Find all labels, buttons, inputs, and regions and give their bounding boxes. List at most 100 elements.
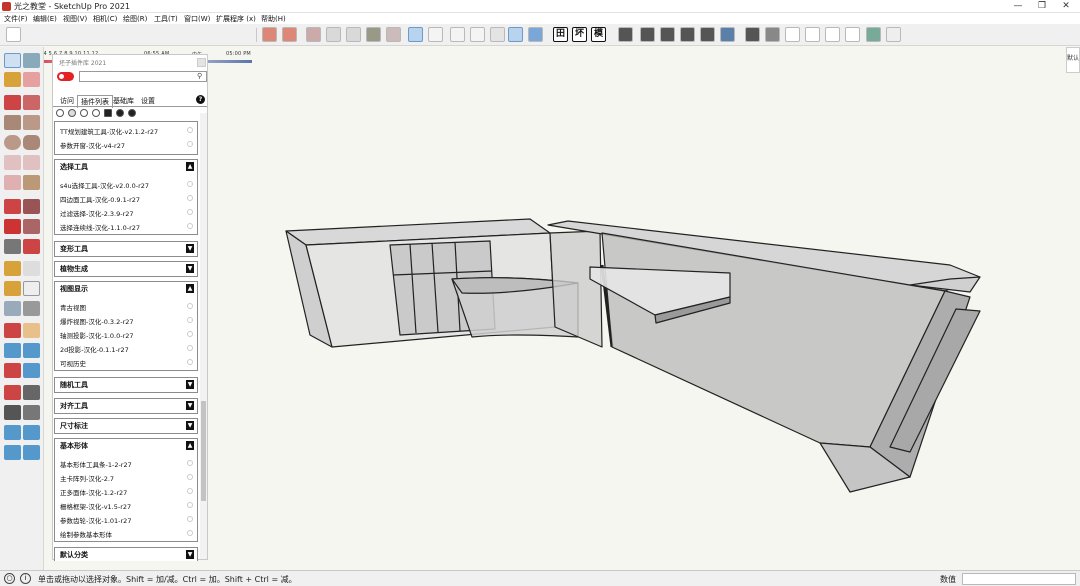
- plugin-search-input[interactable]: [79, 71, 207, 82]
- textured-style-icon[interactable]: [528, 27, 543, 42]
- zoom-icon[interactable]: [4, 343, 21, 358]
- menu-edit[interactable]: 编辑(E): [33, 14, 57, 24]
- zoom-extents-icon[interactable]: [4, 363, 21, 378]
- menu-help[interactable]: 帮助(H): [261, 14, 286, 24]
- plugin-status-icon[interactable]: [187, 209, 193, 215]
- plugin-button-mo[interactable]: 模: [591, 27, 606, 42]
- tool-icon-3[interactable]: [660, 27, 675, 42]
- plugin-status-icon[interactable]: [187, 127, 193, 133]
- xray-style-icon[interactable]: [450, 27, 465, 42]
- plugin-status-icon[interactable]: [187, 331, 193, 337]
- pie-icon[interactable]: [23, 175, 40, 190]
- stamp-icon[interactable]: [23, 445, 40, 460]
- menu-view[interactable]: 视图(V): [63, 14, 87, 24]
- folder-icon[interactable]: [104, 109, 112, 117]
- text-icon[interactable]: [23, 281, 40, 296]
- rotated-rectangle-icon[interactable]: [23, 115, 40, 130]
- plugin-button-tian[interactable]: 田: [553, 27, 568, 42]
- panel-scrollbar[interactable]: [200, 113, 207, 559]
- previous-view-icon[interactable]: [23, 363, 40, 378]
- select-arrow-icon[interactable]: [4, 53, 21, 68]
- top-view-icon[interactable]: [428, 27, 443, 42]
- tag-icon[interactable]: [886, 27, 901, 42]
- remove-icon[interactable]: [68, 109, 76, 117]
- house-icon[interactable]: [785, 27, 800, 42]
- group-header[interactable]: 随机工具: [60, 380, 88, 390]
- geo-location-icon[interactable]: ○: [4, 573, 15, 584]
- plugin-item[interactable]: 栅格框架-汉化-v1.5-r27: [60, 501, 131, 511]
- plugin-status-icon[interactable]: [187, 460, 193, 466]
- plugin-item[interactable]: 爆炸视图-汉化-0.3.2-r27: [60, 316, 134, 326]
- expand-icon[interactable]: ▼: [186, 421, 194, 430]
- eraser-icon[interactable]: [23, 72, 40, 87]
- three-point-arc-icon[interactable]: [4, 175, 21, 190]
- sandbox-from-contours-icon[interactable]: [4, 425, 21, 440]
- panel-close-icon[interactable]: [197, 58, 206, 67]
- collapse-icon[interactable]: ▲: [186, 441, 194, 450]
- plugin-status-icon[interactable]: [187, 359, 193, 365]
- 3d-text-icon[interactable]: [23, 301, 40, 316]
- minimize-button[interactable]: —: [1006, 0, 1030, 13]
- tool-icon-2[interactable]: [640, 27, 655, 42]
- plugin-item[interactable]: 青古视图: [60, 302, 86, 312]
- section-display-icon[interactable]: [282, 27, 297, 42]
- plugin-status-icon[interactable]: [187, 141, 193, 147]
- move-icon[interactable]: [4, 199, 21, 214]
- plugin-item[interactable]: TT规划建筑工具-汉化-v2.1.2-r27: [60, 126, 158, 136]
- protractor-icon[interactable]: [4, 281, 21, 296]
- push-pull-icon[interactable]: [23, 199, 40, 214]
- section-plane-icon[interactable]: [262, 27, 277, 42]
- expand-icon[interactable]: ▼: [186, 380, 194, 389]
- two-point-arc-icon[interactable]: [23, 155, 40, 170]
- plugin-status-icon[interactable]: [187, 181, 193, 187]
- plugin-status-icon[interactable]: [187, 502, 193, 508]
- plugin-item[interactable]: 选择连续线-汉化-1.1.0-r27: [60, 222, 140, 232]
- info-icon[interactable]: i: [20, 573, 31, 584]
- circle-icon[interactable]: [4, 135, 21, 150]
- add-icon[interactable]: [56, 109, 64, 117]
- plugin-status-icon[interactable]: [187, 317, 193, 323]
- plugin-item[interactable]: 过滤选择-汉化-2.3.9-r27: [60, 208, 134, 218]
- axes-icon[interactable]: [4, 301, 21, 316]
- plugin-item[interactable]: 绘制参数基本形体: [60, 529, 112, 539]
- plugin-status-icon[interactable]: [187, 516, 193, 522]
- group-header[interactable]: 基本形体: [60, 441, 88, 451]
- component-icon[interactable]: [326, 27, 341, 42]
- install-icon[interactable]: [92, 109, 100, 117]
- rectangle-icon[interactable]: [4, 115, 21, 130]
- menu-extensions[interactable]: 扩展程序 (x): [216, 14, 256, 24]
- settings-icon[interactable]: [128, 109, 136, 117]
- look-around-icon[interactable]: [23, 385, 40, 400]
- tool-icon-4[interactable]: [680, 27, 695, 42]
- smoove-icon[interactable]: [4, 445, 21, 460]
- plugin-button-huai[interactable]: 坏: [572, 27, 587, 42]
- refresh-icon[interactable]: [80, 109, 88, 117]
- photo-match-icon[interactable]: [386, 27, 401, 42]
- line-icon[interactable]: [4, 95, 21, 110]
- component-make-icon[interactable]: [23, 53, 40, 68]
- hidden-line-style-icon[interactable]: [490, 27, 505, 42]
- offset-icon[interactable]: [23, 239, 40, 254]
- wireframe-style-icon[interactable]: [470, 27, 485, 42]
- plugin-item[interactable]: 四边面工具-汉化-0.9.1-r27: [60, 194, 140, 204]
- tool-icon-7[interactable]: [745, 27, 760, 42]
- search-icon[interactable]: ⚲: [197, 72, 202, 80]
- group-header[interactable]: 视图显示: [60, 284, 88, 294]
- help-icon[interactable]: ?: [196, 95, 205, 104]
- plugin-status-icon[interactable]: [187, 530, 193, 536]
- menu-camera[interactable]: 相机(C): [93, 14, 117, 24]
- group-icon[interactable]: [346, 27, 361, 42]
- scale-icon[interactable]: [4, 239, 21, 254]
- default-tray-tab[interactable]: 默认: [1066, 47, 1080, 73]
- plugin-item[interactable]: 2d投影-汉化-0.1.1-r27: [60, 344, 129, 354]
- menu-file[interactable]: 文件(F): [4, 14, 28, 24]
- position-camera-icon[interactable]: [4, 385, 21, 400]
- group-header[interactable]: 对齐工具: [60, 401, 88, 411]
- menu-draw[interactable]: 绘图(R): [123, 14, 147, 24]
- menu-tools[interactable]: 工具(T): [154, 14, 178, 24]
- plugin-item[interactable]: 可视历史: [60, 358, 86, 368]
- plugin-status-icon[interactable]: [187, 345, 193, 351]
- collapse-icon[interactable]: ▲: [186, 162, 194, 171]
- plugin-item[interactable]: 基本形体工具条-1-2-r27: [60, 459, 132, 469]
- zoom-window-icon[interactable]: [23, 343, 40, 358]
